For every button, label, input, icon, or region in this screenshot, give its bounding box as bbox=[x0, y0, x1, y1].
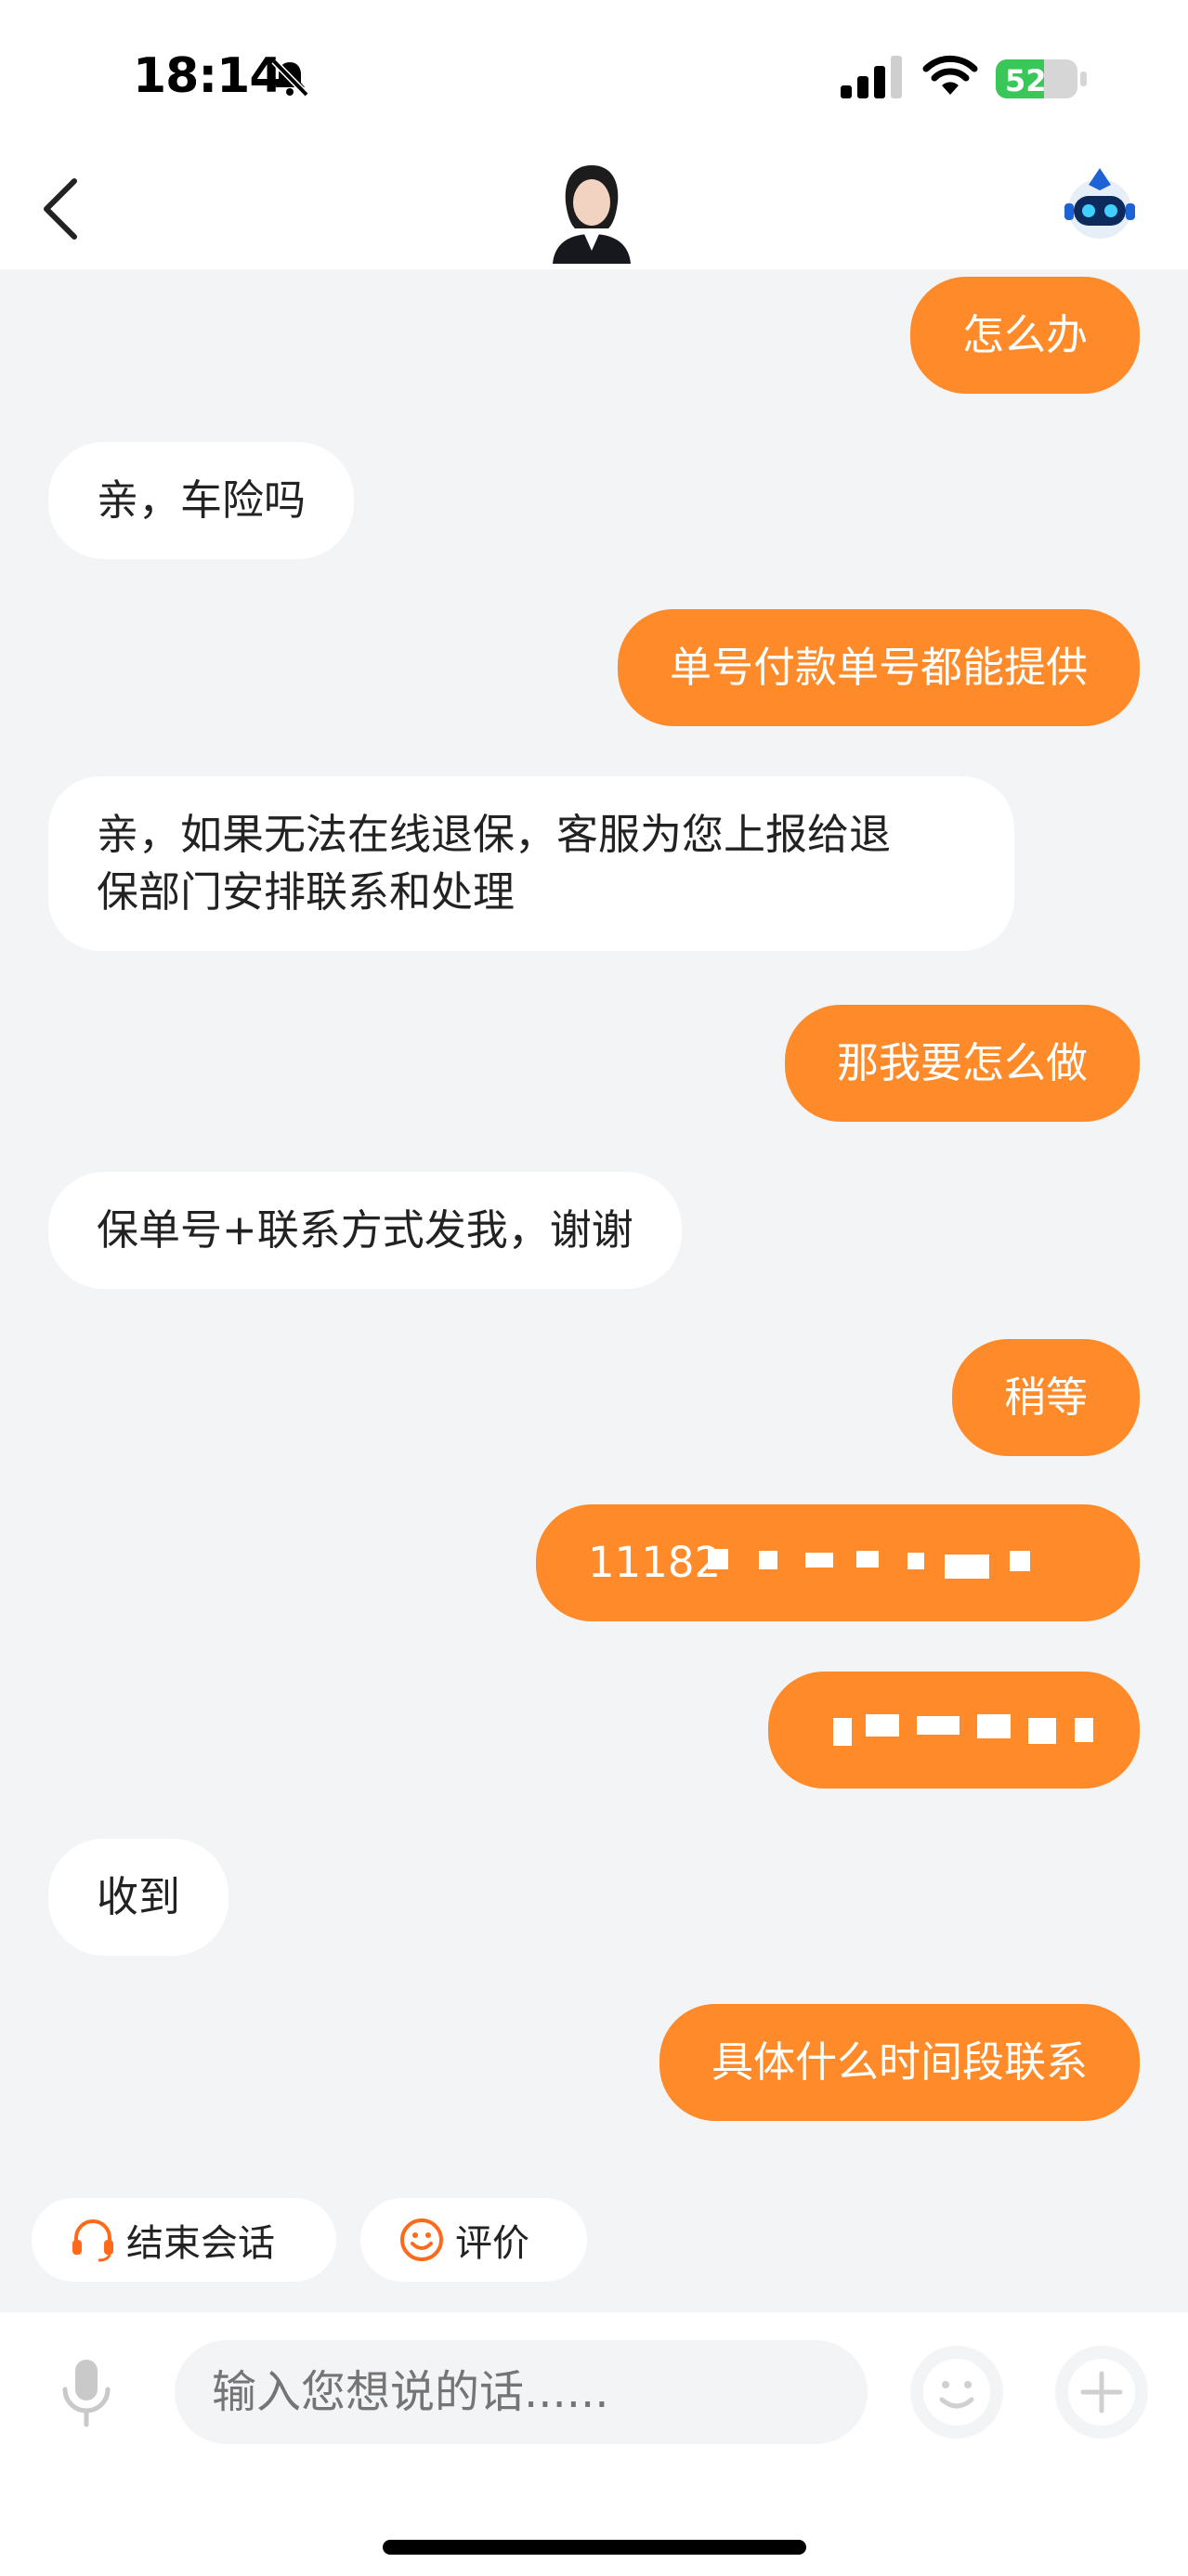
redaction-mosaic bbox=[1010, 1551, 1030, 1571]
redaction-mosaic bbox=[856, 1551, 879, 1568]
message-text: 稍等 bbox=[1003, 1373, 1088, 1422]
wifi-icon bbox=[922, 55, 978, 95]
input-bar bbox=[0, 2312, 1188, 2576]
redaction-mosaic bbox=[917, 1716, 960, 1735]
headset-icon bbox=[72, 2219, 113, 2262]
chat-thread[interactable]: 怎么办 亲，车险吗 单号付款单号都能提供 亲，如果无法在线退保，客服为您上报给退… bbox=[0, 269, 1188, 2127]
redaction-mosaic bbox=[866, 1714, 899, 1737]
battery-percent: 52 bbox=[1005, 63, 1047, 98]
top-area: 18:14 52 bbox=[0, 0, 1188, 269]
redaction-mosaic bbox=[1075, 1718, 1093, 1742]
status-time: 18:14 bbox=[133, 48, 283, 104]
message-outgoing-redacted[interactable]: 11182 bbox=[536, 1504, 1140, 1621]
microphone-icon[interactable] bbox=[58, 2356, 115, 2430]
robot-assistant-icon[interactable] bbox=[1063, 163, 1137, 246]
redaction-mosaic bbox=[805, 1553, 833, 1568]
message-text: 11182 bbox=[588, 1538, 722, 1587]
bell-muted-icon bbox=[271, 59, 309, 98]
message-input[interactable] bbox=[175, 2340, 868, 2444]
message-outgoing[interactable]: 具体什么时间段联系 bbox=[659, 2004, 1140, 2121]
redaction-mosaic bbox=[1028, 1718, 1056, 1744]
message-outgoing[interactable]: 稍等 bbox=[951, 1339, 1140, 1456]
cellular-signal-icon bbox=[841, 56, 902, 98]
battery-icon: 52 bbox=[996, 59, 1087, 98]
redaction-mosaic bbox=[759, 1551, 777, 1569]
home-indicator bbox=[383, 2540, 806, 2555]
redaction-mosaic bbox=[945, 1555, 989, 1579]
redaction-mosaic bbox=[708, 1549, 728, 1569]
message-text: 单号付款单号都能提供 bbox=[669, 643, 1088, 692]
plus-icon bbox=[1068, 2359, 1135, 2426]
end-session-button[interactable]: 结束会话 bbox=[32, 2198, 336, 2282]
message-outgoing-redacted[interactable] bbox=[768, 1672, 1140, 1789]
message-text: 具体什么时间段联系 bbox=[711, 2037, 1088, 2087]
end-session-label: 结束会话 bbox=[126, 2222, 275, 2265]
chevron-left-icon[interactable] bbox=[39, 172, 85, 246]
message-text-line: 亲，如果无法在线退保，客服为您上报给退 bbox=[97, 810, 892, 859]
redaction-mosaic bbox=[833, 1718, 852, 1746]
rate-button[interactable]: 评价 bbox=[360, 2198, 587, 2282]
message-outgoing[interactable]: 那我要怎么做 bbox=[784, 1005, 1140, 1122]
message-text-line: 保部门安排联系和处理 bbox=[97, 867, 516, 917]
message-text: 亲，车险吗 bbox=[97, 475, 307, 525]
message-text: 收到 bbox=[97, 1872, 181, 1921]
emoji-button[interactable] bbox=[910, 2346, 1003, 2439]
message-incoming[interactable]: 亲，如果无法在线退保，客服为您上报给退 保部门安排联系和处理 bbox=[48, 776, 1014, 951]
message-incoming[interactable]: 保单号+联系方式发我，谢谢 bbox=[48, 1172, 682, 1289]
emoji-icon bbox=[923, 2359, 990, 2426]
more-button[interactable] bbox=[1055, 2346, 1148, 2439]
rate-label: 评价 bbox=[455, 2222, 529, 2265]
redaction-mosaic bbox=[977, 1714, 1011, 1738]
battery-indicator: 52 bbox=[996, 58, 1089, 100]
message-text: 保单号+联系方式发我，谢谢 bbox=[97, 1205, 633, 1255]
agent-avatar[interactable] bbox=[543, 158, 640, 264]
message-outgoing[interactable]: 单号付款单号都能提供 bbox=[617, 609, 1140, 726]
redaction-mosaic bbox=[907, 1553, 924, 1569]
message-text: 那我要怎么做 bbox=[836, 1038, 1088, 1087]
message-outgoing[interactable]: 怎么办 bbox=[909, 277, 1140, 394]
smiley-icon bbox=[400, 2218, 443, 2261]
message-incoming[interactable]: 收到 bbox=[48, 1839, 229, 1956]
message-text: 怎么办 bbox=[961, 310, 1088, 359]
message-incoming[interactable]: 亲，车险吗 bbox=[48, 442, 355, 559]
